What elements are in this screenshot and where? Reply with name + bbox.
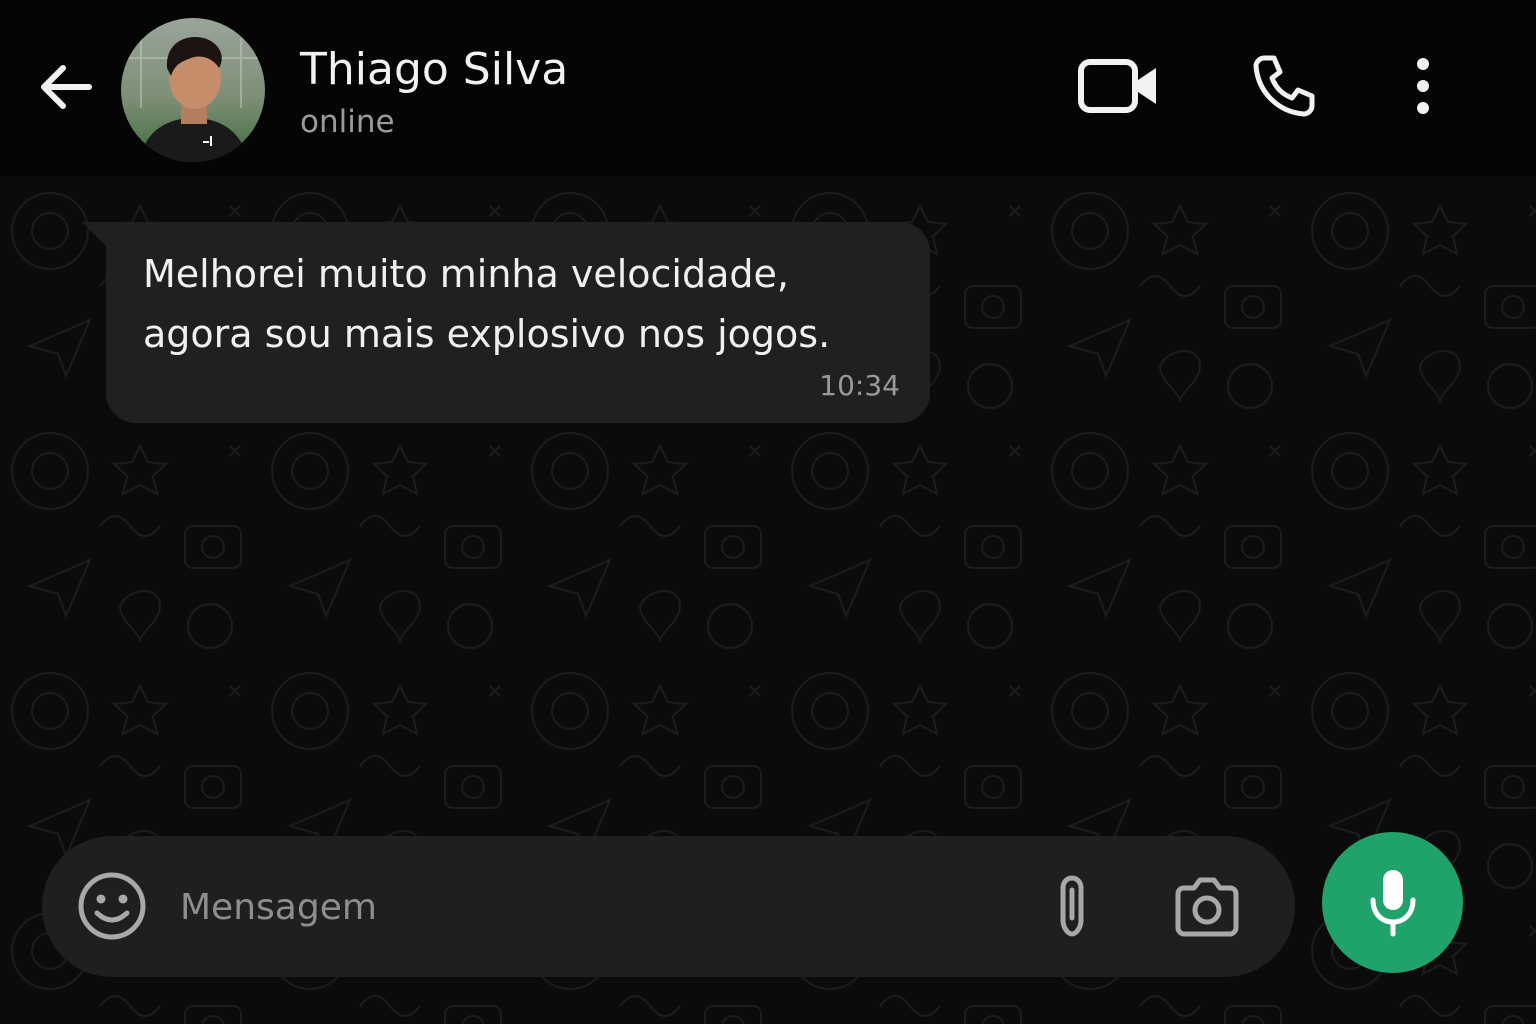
- paperclip-icon: [1060, 875, 1084, 937]
- voice-call-button[interactable]: [1244, 48, 1324, 124]
- more-vertical-icon: [1417, 58, 1429, 114]
- arrow-left-icon: [41, 65, 92, 109]
- message-time: 10:34: [819, 369, 900, 402]
- video-camera-icon: [1078, 59, 1156, 113]
- more-options-button[interactable]: [1396, 48, 1450, 124]
- video-call-button[interactable]: [1070, 48, 1166, 124]
- chat-header: Thiago Silva online: [0, 0, 1536, 176]
- message-composer: [42, 836, 1295, 977]
- message-input[interactable]: [180, 872, 1020, 942]
- phone-icon: [1253, 55, 1315, 117]
- smiley-icon: [78, 872, 146, 940]
- message-text-line: Melhorei muito minha velocidade,: [143, 252, 789, 296]
- chat-screen: Thiago Silva online Melhorei muito minha…: [0, 0, 1536, 1024]
- contact-name[interactable]: Thiago Silva: [300, 44, 568, 95]
- contact-status: online: [300, 104, 395, 140]
- emoji-button[interactable]: [77, 871, 147, 941]
- avatar[interactable]: [121, 18, 265, 162]
- contact-photo: [121, 18, 265, 162]
- incoming-message[interactable]: Melhorei muito minha velocidade, agora s…: [106, 222, 930, 423]
- camera-icon: [1175, 877, 1239, 937]
- voice-message-button[interactable]: [1322, 832, 1463, 973]
- back-button[interactable]: [30, 52, 100, 122]
- attach-button[interactable]: [1047, 872, 1097, 942]
- message-text-line: agora sou mais explosivo nos jogos.: [143, 312, 831, 356]
- microphone-icon: [1370, 869, 1415, 936]
- camera-button[interactable]: [1172, 876, 1242, 938]
